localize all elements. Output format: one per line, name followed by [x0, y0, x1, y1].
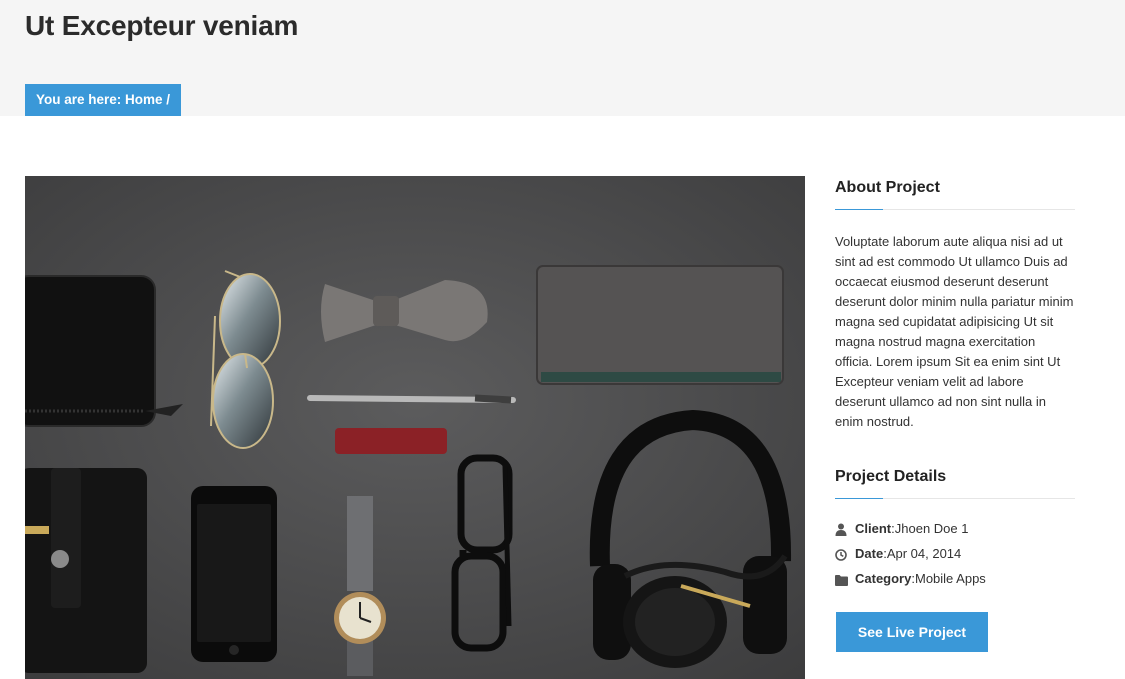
detail-label: Client [855, 521, 892, 536]
detail-value: Apr 04, 2014 [886, 546, 962, 561]
project-details-list: Client: Jhoen Doe 1 Date: Apr 04, 2014 C… [835, 519, 986, 594]
detail-value: Jhoen Doe 1 [894, 521, 969, 536]
see-live-project-button[interactable]: See Live Project [836, 612, 988, 652]
breadcrumb-prefix: You are here: [36, 92, 126, 107]
title-accent-line [835, 498, 883, 499]
detail-category: Category: Mobile Apps [835, 569, 986, 594]
breadcrumb-separator: / [162, 92, 171, 107]
detail-value: Mobile Apps [914, 571, 986, 586]
detail-label: Category [855, 571, 912, 586]
about-project-title-text: About Project [835, 179, 940, 196]
project-details-title: Project Details [835, 468, 1075, 499]
detail-client: Client: Jhoen Doe 1 [835, 519, 986, 544]
detail-label: Date [855, 546, 884, 561]
title-accent-line [835, 209, 883, 210]
folder-icon [835, 572, 849, 586]
breadcrumb-home-link[interactable]: Home [125, 92, 163, 107]
about-project-title: About Project [835, 179, 1075, 210]
project-details-title-text: Project Details [835, 468, 947, 485]
user-icon [835, 522, 849, 536]
page-title: Ut Excepteur veniam [25, 10, 299, 41]
project-image [25, 176, 805, 679]
about-project-text: Voluptate laborum aute aliqua nisi ad ut… [835, 234, 1074, 429]
breadcrumb: You are here: Home / [25, 84, 182, 116]
clock-icon [835, 547, 849, 561]
detail-date: Date: Apr 04, 2014 [835, 544, 986, 569]
page-header: Ut Excepteur veniam You are here: Home / [0, 0, 1125, 116]
